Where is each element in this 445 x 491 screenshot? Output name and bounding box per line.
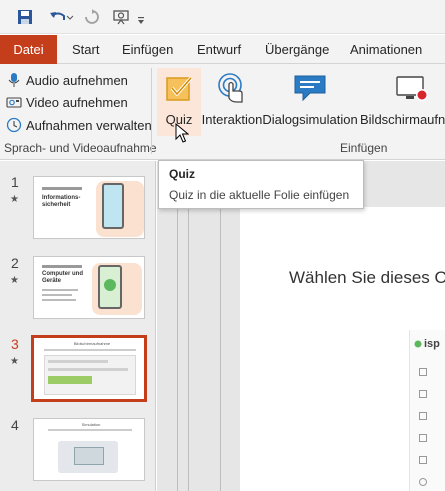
document-icon — [419, 412, 427, 420]
thumb-text-line — [42, 299, 76, 301]
logo-icon — [414, 340, 422, 348]
mouse-cursor-icon — [175, 122, 190, 148]
slide-thumbnail-panel[interactable]: 1 ★ Informations-sicherheit 2 ★ Computer… — [0, 161, 156, 491]
insert-group-label: Einfügen — [340, 141, 388, 155]
interaction-button[interactable]: Interaktion — [201, 68, 263, 136]
manage-recordings-button[interactable]: Aufnahmen verwalten — [6, 115, 152, 135]
embedded-screenshot[interactable]: isp — [409, 330, 445, 491]
thumb-3-title: Bildschirmaufnahme — [73, 341, 111, 346]
thumb-logo-bar — [42, 187, 82, 190]
slide-number-4: 4 — [11, 417, 19, 433]
phone-illustration — [102, 183, 124, 229]
tab-home[interactable]: Start — [72, 35, 99, 64]
guide-line — [177, 161, 178, 491]
microphone-icon — [6, 72, 22, 88]
thumb-logo-bar — [42, 265, 82, 268]
slide-star-icon: ★ — [10, 194, 19, 205]
slide-thumbnail-4[interactable]: Simulation — [33, 418, 145, 481]
slide-title-text[interactable]: Wählen Sie dieses O — [289, 268, 445, 288]
calendar-icon — [419, 434, 427, 442]
ribbon-tab-bar: Datei Start Einfügen Entwurf Übergänge A… — [0, 35, 445, 64]
thumb-text-line — [42, 294, 72, 296]
guide-line — [188, 161, 189, 491]
thumb-green-button — [48, 376, 92, 384]
thumb-1-title: Informations-sicherheit — [42, 195, 81, 208]
users-icon — [419, 478, 427, 486]
thumb-text-line — [48, 360, 108, 363]
thumb-text-line — [48, 429, 132, 431]
chart-icon — [419, 456, 427, 464]
interaction-label: Interaktion — [201, 112, 263, 127]
tab-file[interactable]: Datei — [0, 35, 57, 64]
slide-thumbnail-1[interactable]: Informations-sicherheit — [33, 176, 145, 239]
manage-recordings-label: Aufnahmen verwalten — [26, 117, 152, 133]
screen-recording-button[interactable]: Bildschirmaufna — [356, 68, 445, 136]
group-divider — [151, 68, 152, 154]
screen-record-icon — [392, 70, 432, 108]
record-audio-button[interactable]: Audio aufnehmen — [6, 70, 128, 90]
quiz-checkbox-icon — [159, 70, 199, 108]
quick-access-toolbar — [0, 0, 445, 34]
record-group-label: Sprach- und Videoaufnahme — [4, 141, 157, 155]
slide-thumbnail-2[interactable]: Computer und Geräte — [33, 256, 145, 319]
speech-bubble-icon — [290, 70, 330, 108]
clock-icon — [6, 117, 22, 133]
thumb-text-line — [42, 289, 78, 291]
screenshot-logo: isp — [414, 338, 440, 350]
screen-recording-label: Bildschirmaufna — [360, 112, 445, 127]
home-icon — [419, 368, 427, 376]
thumb-4-title: Simulation — [81, 422, 101, 427]
guide-line — [220, 161, 221, 491]
tab-design[interactable]: Entwurf — [197, 35, 241, 64]
dialog-simulation-button[interactable]: Dialogsimulation — [262, 68, 358, 136]
record-audio-label: Audio aufnehmen — [26, 72, 128, 88]
tooltip-description: Quiz in die aktuelle Folie einfügen — [169, 188, 350, 202]
customize-toolbar-icon[interactable] — [137, 13, 145, 25]
redo-icon[interactable] — [82, 6, 102, 28]
touch-interaction-icon — [212, 70, 252, 108]
slide-number-1: 1 — [11, 174, 19, 190]
thumb-text-line — [48, 368, 128, 371]
slide-number-3: 3 — [11, 336, 19, 352]
tab-animations[interactable]: Animationen — [350, 35, 422, 64]
tab-transitions[interactable]: Übergänge — [265, 35, 329, 64]
save-icon[interactable] — [14, 6, 36, 28]
quiz-tooltip: Quiz Quiz in die aktuelle Folie einfügen — [158, 160, 364, 209]
thumb-2-title: Computer und Geräte — [42, 271, 83, 284]
inbox-icon — [419, 390, 427, 398]
thumb-laptop — [74, 447, 104, 465]
play-circle-icon — [104, 279, 116, 291]
record-video-button[interactable]: Video aufnehmen — [6, 92, 128, 112]
tab-insert[interactable]: Einfügen — [122, 35, 173, 64]
screenshot-logo-text: isp — [424, 338, 440, 350]
dialog-simulation-label: Dialogsimulation — [262, 112, 358, 127]
tooltip-title: Quiz — [169, 167, 195, 181]
undo-icon[interactable] — [46, 6, 76, 28]
record-video-label: Video aufnehmen — [26, 94, 128, 110]
thumb-text-line — [44, 349, 136, 351]
video-camera-icon — [6, 94, 22, 110]
present-from-start-icon[interactable] — [110, 6, 132, 28]
ribbon: Audio aufnehmen Video aufnehmen Aufnahme… — [0, 64, 445, 160]
slide-number-2: 2 — [11, 255, 19, 271]
slide-star-icon: ★ — [10, 275, 19, 286]
slide-star-icon: ★ — [10, 356, 19, 367]
slide-thumbnail-3-selected[interactable]: Bildschirmaufnahme — [31, 335, 147, 402]
